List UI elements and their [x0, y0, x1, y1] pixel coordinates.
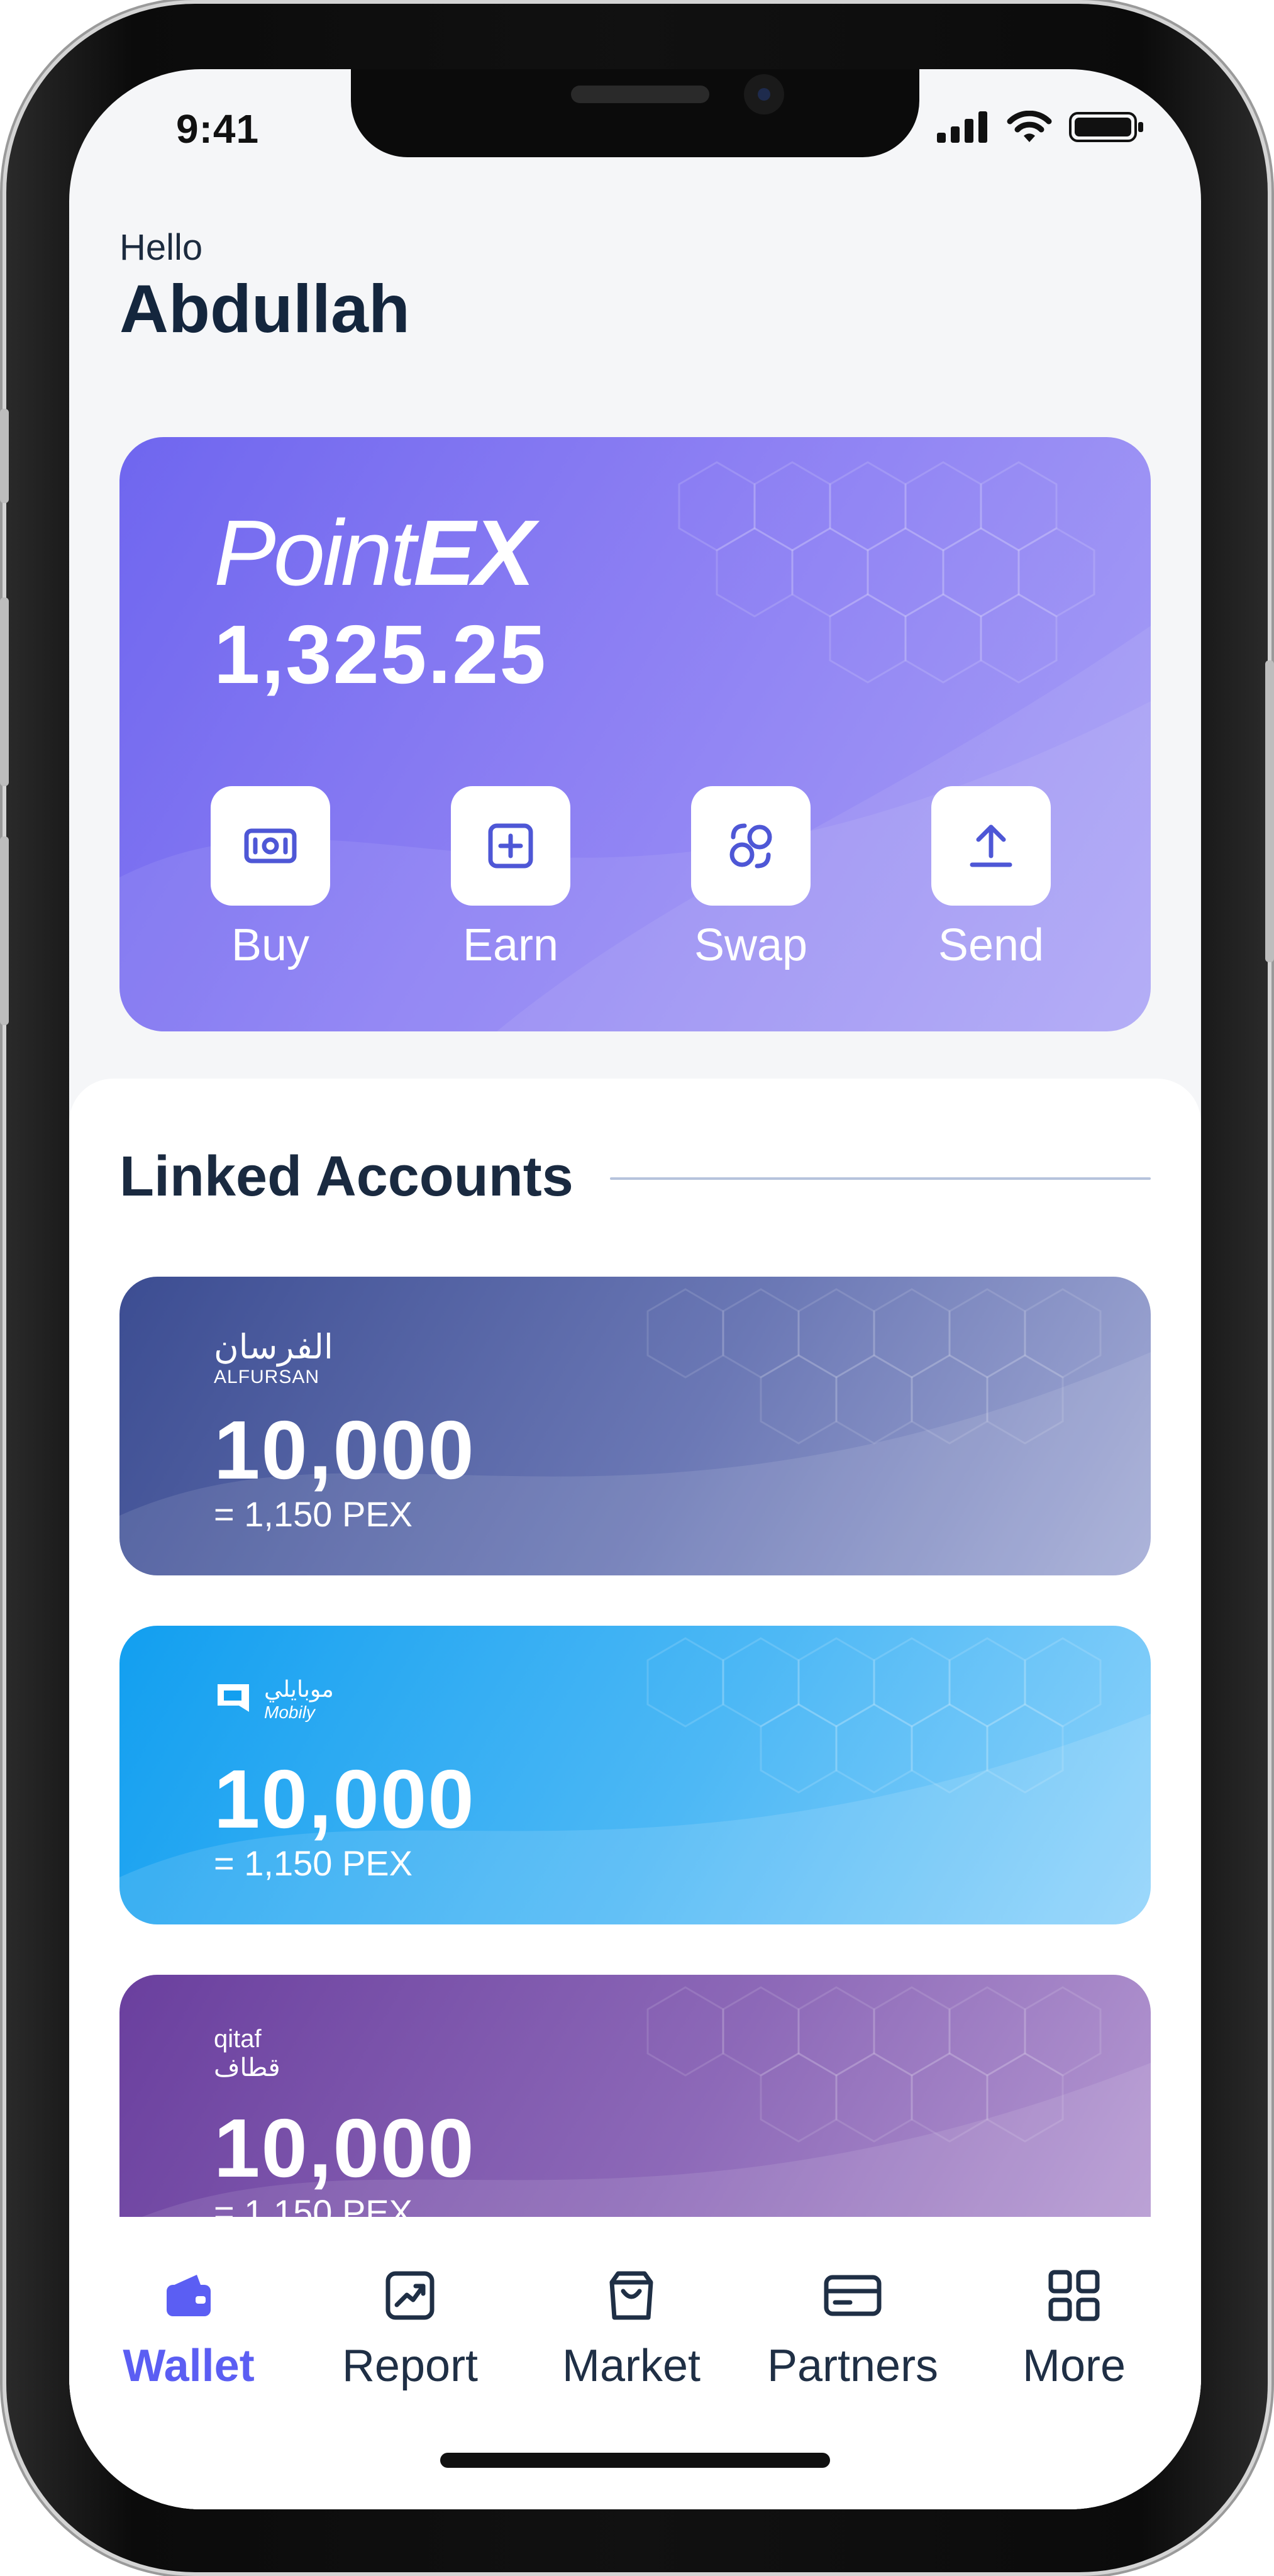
- notch: [351, 69, 919, 157]
- battery-icon: [1069, 112, 1143, 142]
- linked-accounts-title: Linked Accounts: [119, 1145, 573, 1208]
- wallet-icon: [167, 2275, 211, 2316]
- upload-icon: [970, 824, 1012, 867]
- title-divider: [610, 1177, 1151, 1180]
- chart-icon: [385, 2271, 435, 2320]
- status-icons: [937, 111, 1144, 143]
- bag-icon: [609, 2271, 653, 2320]
- speaker: [571, 86, 709, 103]
- volume-down-button: [0, 836, 9, 1025]
- swap-button[interactable]: [691, 786, 811, 906]
- logo-english: ALFURSAN: [214, 1367, 320, 1387]
- tab-wallet[interactable]: Wallet: [88, 2261, 289, 2392]
- logo-english: qitaf: [214, 2025, 262, 2053]
- logo-arabic: الفرسان: [214, 1328, 333, 1366]
- mobily-mark-icon: [218, 1684, 249, 1712]
- account-points: 10,000: [214, 1404, 475, 1496]
- account-card-alfursan[interactable]: الفرسان ALFURSAN 10,000 = 1,150 PEX: [119, 1277, 1151, 1575]
- plus-square-icon: [488, 823, 533, 869]
- pointex-logo: PointEX: [214, 500, 535, 607]
- qitaf-logo: qitaf قطاف: [214, 2025, 280, 2082]
- brand-part-2: EX: [413, 501, 535, 605]
- swap-icon: [729, 823, 772, 869]
- tab-more[interactable]: More: [973, 2261, 1175, 2392]
- tab-report-label: Report: [341, 2341, 479, 2391]
- mobily-logo: موبايلي Mobily: [214, 1676, 334, 1723]
- brand-part-1: Point: [214, 501, 416, 605]
- tab-partners[interactable]: Partners: [752, 2261, 953, 2392]
- buy-button[interactable]: [211, 786, 330, 906]
- wallet-actions: Buy Earn Swap Send: [195, 786, 1075, 994]
- user-name: Abdullah: [119, 270, 410, 347]
- account-pex-equivalent: = 1,150 PEX: [214, 1494, 413, 1534]
- tab-report[interactable]: Report: [309, 2261, 511, 2392]
- logo-english: Mobily: [264, 1702, 315, 1722]
- home-indicator[interactable]: [440, 2453, 830, 2468]
- wifi-icon: [1007, 111, 1052, 142]
- status-time: 9:41: [176, 106, 260, 152]
- buy-label: Buy: [231, 920, 310, 970]
- tab-more-label: More: [1022, 2341, 1126, 2391]
- account-card-mobily[interactable]: موبايلي Mobily 10,000 = 1,150 PEX: [119, 1626, 1151, 1924]
- earn-button[interactable]: [451, 786, 570, 906]
- card-icon: [824, 2275, 882, 2316]
- tab-partners-label: Partners: [767, 2341, 939, 2391]
- volume-up-button: [0, 597, 9, 786]
- earn-label: Earn: [462, 920, 559, 970]
- buy-action[interactable]: Buy: [195, 786, 346, 971]
- wallet-balance: 1,325.25: [214, 608, 547, 701]
- grid-icon: [1048, 2270, 1100, 2321]
- pointex-wallet-card[interactable]: PointEX 1,325.25 Buy Earn Swap Send: [119, 437, 1151, 1031]
- front-camera: [744, 74, 784, 114]
- power-button: [1265, 660, 1274, 962]
- earn-action[interactable]: Earn: [435, 786, 586, 971]
- silent-switch: [0, 409, 9, 503]
- tab-market-label: Market: [562, 2341, 701, 2391]
- logo-arabic: موبايلي: [264, 1676, 334, 1702]
- account-points: 10,000: [214, 2102, 475, 2194]
- send-action[interactable]: Send: [916, 786, 1066, 971]
- account-points: 10,000: [214, 1753, 475, 1845]
- logo-arabic: قطاف: [214, 2054, 280, 2082]
- cash-icon: [244, 828, 297, 863]
- alfursan-logo: الفرسان ALFURSAN: [214, 1327, 333, 1388]
- phone-screen: 9:41 Hello Abdullah PointEX 1,325.25 Buy…: [69, 69, 1201, 2509]
- tab-market[interactable]: Market: [531, 2261, 732, 2392]
- swap-action[interactable]: Swap: [675, 786, 826, 971]
- swap-label: Swap: [694, 920, 808, 970]
- tab-wallet-label: Wallet: [123, 2341, 255, 2391]
- send-label: Send: [938, 920, 1044, 970]
- send-button[interactable]: [931, 786, 1051, 906]
- greeting: Hello: [119, 227, 203, 268]
- signal-icon: [937, 111, 987, 143]
- account-pex-equivalent: = 1,150 PEX: [214, 1843, 413, 1883]
